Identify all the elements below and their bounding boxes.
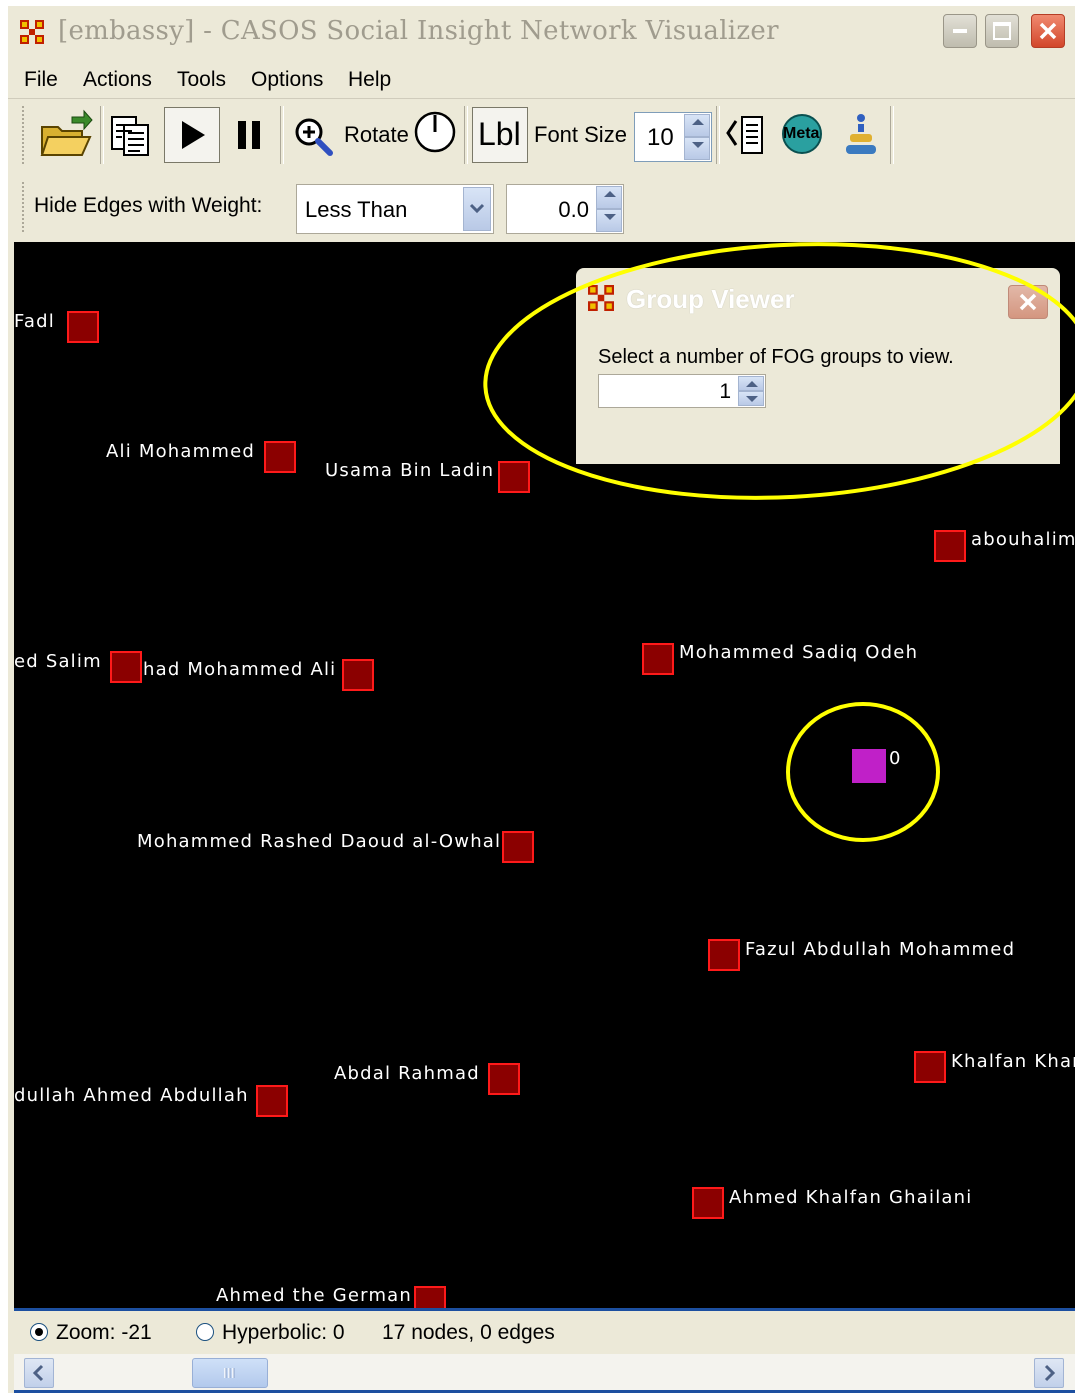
meta-label: Meta: [783, 125, 820, 142]
weight-operator-value: Less Than: [305, 197, 408, 222]
label-toggle-button[interactable]: Lbl: [472, 107, 528, 163]
weight-value: 0.0: [558, 197, 589, 222]
group-viewer-highlight-ellipse: [483, 242, 1075, 500]
toolbar-separator: [280, 106, 284, 164]
close-icon: [1039, 22, 1057, 40]
grip-lines-icon: [224, 1368, 235, 1378]
meta-button[interactable]: Meta: [778, 107, 828, 163]
highlight-annotations: [483, 242, 1075, 842]
toolbar: Rotate Lbl Font Size 10 Meta: [8, 100, 1075, 173]
toolbar-grip[interactable]: [22, 106, 26, 164]
hyperbolic-label: Hyperbolic: 0: [222, 1321, 345, 1344]
font-size-spinner[interactable]: 10: [634, 112, 712, 162]
hierarchy-button[interactable]: [836, 107, 886, 163]
scroll-thumb[interactable]: [192, 1358, 268, 1388]
weight-down-arrow[interactable]: [596, 209, 622, 232]
app-network-icon: [20, 20, 44, 44]
network-canvas[interactable]: Fadl Ali Mohammed Usama Bin Ladin abouha…: [14, 242, 1075, 1308]
font-size-label: Font Size: [534, 122, 627, 147]
play-icon: [182, 121, 205, 149]
menu-options[interactable]: Options: [251, 68, 323, 92]
scroll-left-button[interactable]: [24, 1358, 54, 1388]
toolbar-separator: [890, 106, 894, 164]
zoom-label: Zoom: -21: [56, 1321, 152, 1344]
hide-edges-label: Hide Edges with Weight:: [34, 194, 263, 217]
legend-button[interactable]: [722, 107, 774, 163]
open-folder-icon: [40, 109, 93, 156]
maximize-button[interactable]: [985, 14, 1019, 48]
menu-tools[interactable]: Tools: [177, 68, 226, 92]
close-button[interactable]: [1031, 14, 1065, 48]
play-button[interactable]: [164, 107, 220, 163]
legend-panel-icon: [726, 116, 763, 154]
menu-actions[interactable]: Actions: [83, 68, 152, 92]
toolbar-separator: [464, 106, 468, 164]
weight-up-arrow[interactable]: [596, 186, 622, 209]
zoom-radio[interactable]: [30, 1323, 48, 1341]
zoom-in-icon: [295, 118, 333, 156]
weight-operator-dropdown-arrow[interactable]: [463, 187, 491, 231]
maximize-icon: [993, 22, 1011, 40]
app-window: [embassy] - CASOS Social Insight Network…: [8, 6, 1075, 1393]
edge-filter-bar: Hide Edges with Weight: Less Than 0.0: [8, 172, 1075, 242]
title-bar: [embassy] - CASOS Social Insight Network…: [8, 6, 1075, 58]
toolbar-separator: [716, 106, 720, 164]
weight-spin-buttons: [596, 186, 622, 232]
minimize-button[interactable]: [943, 14, 977, 48]
minimize-icon: [953, 29, 967, 33]
rotate-dial-icon[interactable]: [413, 109, 457, 155]
menu-file[interactable]: File: [24, 68, 58, 92]
filterbar-grip[interactable]: [22, 182, 26, 232]
chevron-left-icon: [32, 1364, 44, 1382]
menu-help[interactable]: Help: [348, 68, 391, 92]
font-size-down-arrow[interactable]: [684, 137, 710, 160]
pause-button[interactable]: [226, 107, 274, 163]
horizontal-scrollbar[interactable]: [14, 1354, 1075, 1393]
copy-icon: [111, 116, 149, 156]
window-title: [embassy] - CASOS Social Insight Network…: [58, 16, 779, 46]
pause-icon: [238, 121, 260, 149]
open-button[interactable]: [36, 107, 96, 163]
scroll-right-button[interactable]: [1034, 1358, 1064, 1388]
chevron-down-icon: [469, 203, 485, 214]
hierarchy-stack-icon: [846, 114, 876, 154]
weight-value-spinner[interactable]: 0.0: [506, 184, 624, 234]
rotate-label: Rotate: [344, 122, 409, 147]
menu-bar: File Actions Tools Options Help: [8, 58, 1075, 99]
chevron-right-icon: [1044, 1364, 1056, 1382]
graph-summary: 17 nodes, 0 edges: [382, 1321, 555, 1344]
weight-operator-select[interactable]: Less Than: [296, 184, 494, 234]
zoom-button[interactable]: [288, 107, 338, 163]
font-size-value: 10: [647, 124, 674, 151]
group-node-highlight-circle: [786, 702, 940, 842]
toolbar-separator: [100, 106, 104, 164]
hyperbolic-radio[interactable]: [196, 1323, 214, 1341]
label-toggle-text: Lbl: [478, 116, 521, 152]
copy-button[interactable]: [106, 107, 158, 163]
font-size-spin-buttons: [684, 114, 710, 160]
font-size-up-arrow[interactable]: [684, 114, 710, 137]
status-bar: Zoom: -21 Hyperbolic: 0 17 nodes, 0 edge…: [14, 1308, 1075, 1357]
